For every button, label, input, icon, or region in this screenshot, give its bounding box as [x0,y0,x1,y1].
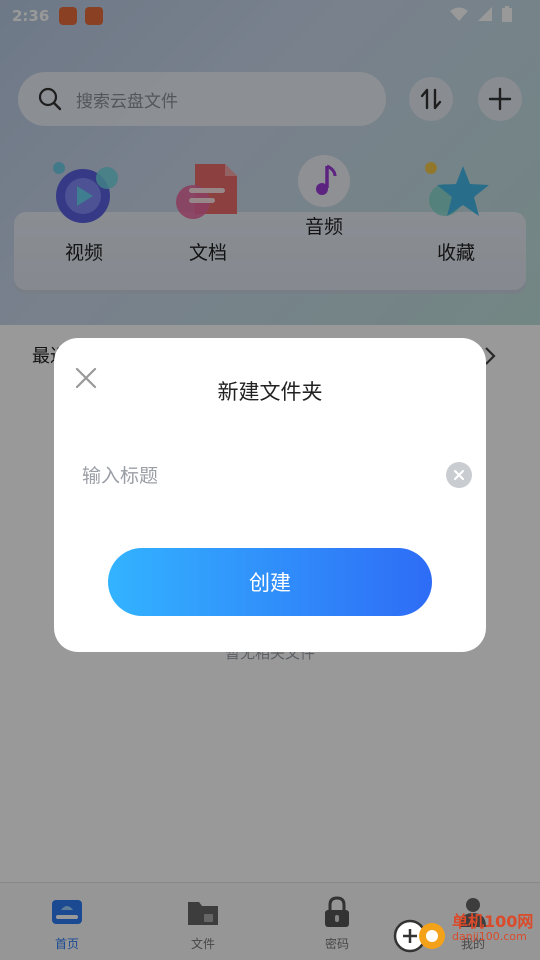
watermark: 单机100网 danji100.com [392,912,534,953]
watermark-text: 单机100网 [452,912,534,931]
new-folder-dialog: 新建文件夹 创建 [54,338,486,652]
clear-input-button[interactable] [446,462,472,488]
watermark-sub: danji100.com [452,930,527,943]
create-button[interactable]: 创建 [108,548,432,616]
clear-icon [454,470,464,480]
dialog-title: 新建文件夹 [217,380,323,404]
folder-title-input[interactable] [82,456,442,496]
watermark-logo-icon [393,919,445,953]
